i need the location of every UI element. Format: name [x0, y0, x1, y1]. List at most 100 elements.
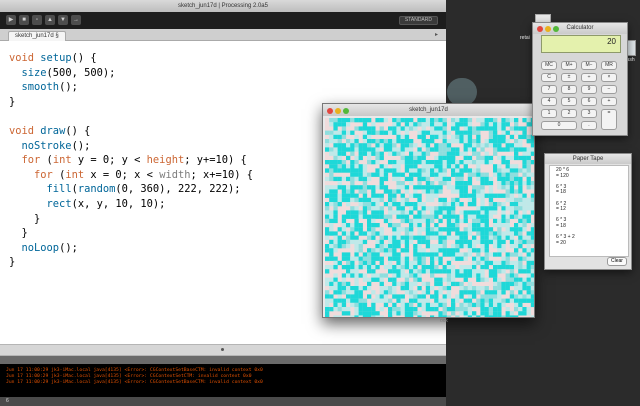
calculator-key[interactable]: 7 — [541, 85, 557, 94]
open-button-icon[interactable]: ▲ — [45, 15, 55, 25]
editor-console-divider[interactable] — [0, 344, 446, 356]
zoom-icon[interactable] — [343, 108, 349, 114]
new-button-icon[interactable]: ▫ — [32, 15, 42, 25]
canvas-cell — [388, 239, 393, 245]
calculator-key[interactable]: + — [601, 97, 617, 106]
canvas-cell — [463, 139, 468, 144]
calculator-key[interactable]: 2 — [561, 109, 577, 118]
canvas-cell — [430, 231, 435, 236]
code-line[interactable]: smooth(); — [9, 80, 253, 95]
calculator-key[interactable]: M− — [581, 61, 597, 70]
canvas-cell — [325, 160, 330, 165]
calculator-key[interactable]: × — [601, 73, 617, 82]
calculator-key[interactable]: . — [581, 121, 597, 130]
canvas-cell — [493, 290, 498, 295]
export-button-icon[interactable]: → — [71, 15, 81, 25]
calculator-key[interactable]: 3 — [581, 109, 597, 118]
canvas-cell — [480, 298, 485, 303]
code-line[interactable]: for (int x = 0; x < width; x+=10) { — [9, 168, 253, 183]
canvas-cell — [337, 197, 342, 203]
code-line[interactable]: void draw() { — [9, 124, 253, 139]
save-button-icon[interactable]: ▼ — [58, 15, 68, 25]
canvas-cell — [518, 126, 523, 131]
calculator-key[interactable]: 5 — [561, 97, 577, 106]
canvas-cell — [526, 164, 531, 169]
calculator-key[interactable]: ÷ — [581, 73, 597, 82]
canvas-cell — [480, 286, 485, 291]
minimize-icon[interactable] — [335, 108, 341, 114]
code-line[interactable]: rect(x, y, 10, 10); — [9, 197, 253, 212]
calculator-key[interactable]: 9 — [581, 85, 597, 94]
calculator-key[interactable]: 4 — [541, 97, 557, 106]
code-line[interactable]: size(500, 500); — [9, 66, 253, 81]
code-line[interactable]: void setup() { — [9, 51, 253, 66]
calculator-title-bar[interactable]: Calculator — [533, 23, 627, 34]
stop-button-icon[interactable]: ■ — [19, 15, 29, 25]
canvas-cell — [476, 189, 481, 194]
canvas-cell — [434, 223, 439, 228]
code-line[interactable] — [9, 109, 253, 124]
calculator-key[interactable]: M+ — [561, 61, 577, 70]
canvas-cell — [425, 290, 431, 295]
canvas-cell — [413, 307, 418, 312]
tab-sketch[interactable]: sketch_jun17d § — [8, 31, 66, 41]
calculator-key[interactable]: − — [601, 85, 617, 94]
ide-title-bar: sketch_jun17d | Processing 2.0a5 — [0, 0, 446, 12]
canvas-cell — [350, 181, 355, 186]
calculator-key[interactable]: 1 — [541, 109, 557, 118]
calculator-key[interactable]: MR — [601, 61, 617, 70]
canvas-cell — [367, 311, 372, 316]
sketch-title-bar[interactable]: sketch_jun17d — [323, 104, 534, 116]
canvas-cell — [362, 147, 368, 152]
divider-handle-icon[interactable] — [221, 348, 224, 351]
canvas-cell — [455, 147, 460, 152]
tab-menu-arrow-icon[interactable]: ▸ — [435, 31, 438, 38]
canvas-cell — [417, 185, 422, 190]
code-line[interactable]: for (int y = 0; y < height; y+=10) { — [9, 153, 253, 168]
canvas-cell — [409, 273, 414, 278]
run-button-icon[interactable]: ▶ — [6, 15, 16, 25]
calculator-key[interactable]: ± — [561, 73, 577, 82]
canvas-cell — [396, 311, 401, 316]
close-icon[interactable] — [537, 26, 543, 32]
calculator-key[interactable]: C — [541, 73, 557, 82]
canvas-cell — [488, 176, 494, 182]
canvas-cell — [430, 118, 435, 123]
canvas-cell — [442, 155, 447, 161]
canvas-cell — [367, 147, 372, 152]
paper-tape-list[interactable]: 20 * 6 = 120 6 * 3 = 18 6 * 2 = 12 6 * 3 = 18 6 … — [549, 165, 629, 257]
canvas-cell — [358, 286, 363, 291]
paper-tape-title-bar[interactable]: Paper Tape — [545, 154, 631, 164]
canvas-cell — [417, 193, 422, 198]
canvas-cell — [383, 248, 389, 253]
canvas-cell — [388, 147, 393, 152]
code-line[interactable]: } — [9, 95, 253, 110]
canvas-cell — [392, 277, 397, 282]
canvas-cell — [472, 315, 477, 317]
close-icon[interactable] — [327, 108, 333, 114]
calculator-key[interactable]: MC — [541, 61, 557, 70]
canvas-cell — [505, 214, 510, 219]
code-line[interactable]: noLoop(); — [9, 241, 253, 256]
code-line[interactable]: fill(random(0, 360), 222, 222); — [9, 182, 253, 197]
clear-tape-button[interactable]: Clear — [607, 257, 627, 266]
canvas-cell — [404, 147, 410, 152]
canvas-cell — [514, 277, 519, 282]
code-line[interactable]: noStroke(); — [9, 139, 253, 154]
code-text[interactable]: void setup() { size(500, 500); smooth();… — [9, 51, 253, 270]
calculator-key[interactable]: 6 — [581, 97, 597, 106]
canvas-cell — [493, 311, 498, 316]
canvas-cell — [409, 290, 414, 295]
minimize-icon[interactable] — [545, 26, 551, 32]
canvas-cell — [392, 176, 397, 182]
code-line[interactable]: } — [9, 226, 253, 241]
mode-selector-button[interactable]: STANDARD — [398, 16, 438, 25]
calculator-key[interactable]: 0 — [541, 121, 577, 130]
code-line[interactable]: } — [9, 255, 253, 270]
canvas-cell — [417, 134, 422, 140]
calculator-key[interactable]: = — [601, 109, 617, 130]
zoom-icon[interactable] — [553, 26, 559, 32]
calculator-key[interactable]: 8 — [561, 85, 577, 94]
code-line[interactable]: } — [9, 212, 253, 227]
canvas-cell — [400, 269, 405, 274]
